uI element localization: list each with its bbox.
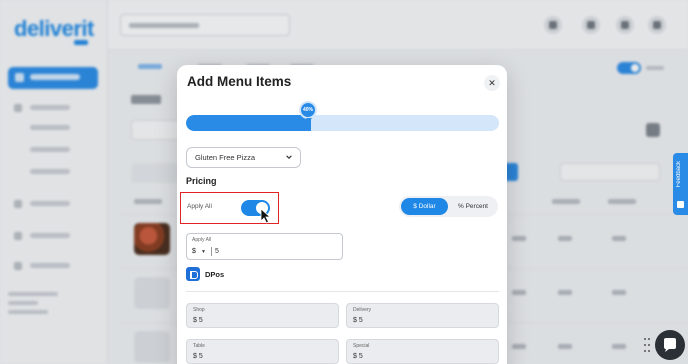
delivery-price-value[interactable]: $ 5 <box>353 317 363 324</box>
apply-all-label: Apply All <box>187 203 212 210</box>
pricing-title: Pricing <box>186 176 217 186</box>
pricing-mode-toggle: $ Dollar % Percent <box>399 196 498 217</box>
modal-title: Add Menu Items <box>187 74 292 89</box>
pos-name: DPos <box>205 270 225 279</box>
chevron-down-icon <box>286 155 292 159</box>
chat-bubble-icon <box>664 338 676 352</box>
dollar-mode-button[interactable]: $ Dollar <box>401 198 448 215</box>
shop-price-label: Shop <box>193 307 205 313</box>
delivery-price-label: Delivery <box>353 307 372 313</box>
percent-mode-button[interactable]: % Percent <box>450 198 496 215</box>
drag-handle-icon[interactable] <box>644 338 650 356</box>
divider <box>186 291 499 292</box>
chat-button[interactable] <box>655 330 685 360</box>
apply-all-field-label: Apply All <box>192 237 212 243</box>
currency-select[interactable]: $ <box>192 248 196 255</box>
delivery-price-field[interactable]: Delivery $ 5 <box>346 303 499 328</box>
progress-fill <box>186 115 312 131</box>
table-price-label: Table <box>193 343 205 349</box>
shop-price-value[interactable]: $ 5 <box>193 317 203 324</box>
field-separator <box>211 247 212 256</box>
dpos-icon <box>186 267 200 281</box>
table-price-value[interactable]: $ 5 <box>193 353 203 360</box>
add-menu-items-modal: Add Menu Items ✕ 40% Gluten Free Pizza P… <box>177 65 507 364</box>
caret-down-icon: ▼ <box>201 249 206 255</box>
shop-price-field[interactable]: Shop $ 5 <box>186 303 339 328</box>
mouse-pointer-icon <box>260 208 272 224</box>
category-dropdown[interactable]: Gluten Free Pizza <box>186 147 301 168</box>
table-price-field[interactable]: Table $ 5 <box>186 339 339 364</box>
apply-all-highlight: Apply All <box>180 192 279 224</box>
special-price-value[interactable]: $ 5 <box>353 353 363 360</box>
feedback-label: Feedback <box>676 161 682 188</box>
progress-badge: 40% <box>299 101 317 122</box>
feedback-icon <box>677 201 684 208</box>
category-dropdown-value: Gluten Free Pizza <box>195 153 256 162</box>
feedback-tab[interactable]: Feedback <box>673 153 688 215</box>
apply-all-price-field[interactable]: Apply All $ ▼ 5 <box>186 233 343 260</box>
special-price-label: Special <box>353 343 370 349</box>
close-icon[interactable]: ✕ <box>484 75 500 91</box>
apply-all-value[interactable]: 5 <box>215 248 219 255</box>
special-price-field[interactable]: Special $ 5 <box>346 339 499 364</box>
progress-bar <box>186 115 499 131</box>
